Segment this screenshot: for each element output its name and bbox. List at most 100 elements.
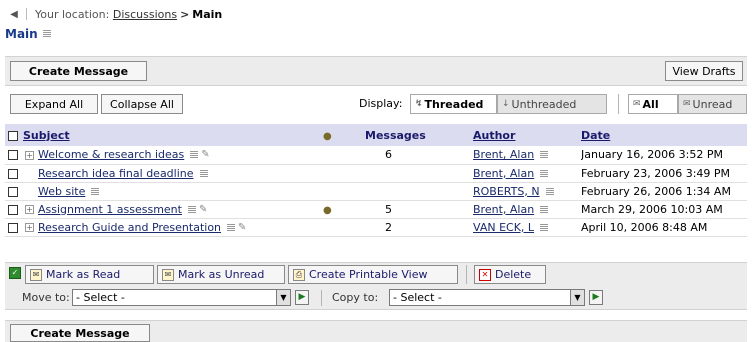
mark-as-unread-button[interactable]: ✉ Mark as Unread bbox=[157, 265, 285, 284]
create-message-button[interactable]: Create Message bbox=[10, 61, 147, 81]
edit-icon[interactable]: ✎ bbox=[201, 150, 211, 160]
row-checkbox[interactable] bbox=[8, 204, 18, 215]
thread-subject-link[interactable]: Welcome & research ideas bbox=[38, 148, 184, 161]
edit-icon[interactable]: ✎ bbox=[199, 204, 209, 215]
message-count bbox=[365, 182, 473, 200]
row-checkbox[interactable] bbox=[8, 150, 18, 161]
table-row: Web site ROBERTS, N February 26, 2006 1:… bbox=[5, 182, 747, 200]
subject-sort-link[interactable]: Subject bbox=[23, 129, 70, 142]
thread-subject-link[interactable]: Web site bbox=[38, 185, 85, 198]
breadcrumb-separator: > bbox=[180, 7, 190, 21]
unthreaded-icon: ↓ bbox=[502, 99, 510, 109]
author-info-icon[interactable] bbox=[539, 223, 549, 233]
date-header: Date bbox=[581, 124, 747, 146]
select-all-cell bbox=[5, 124, 23, 146]
copy-to-label: Copy to: bbox=[332, 291, 379, 304]
unthreaded-label: Unthreaded bbox=[511, 97, 577, 111]
thread-date: January 16, 2006 3:52 PM bbox=[581, 148, 724, 162]
message-count: 6 bbox=[385, 148, 392, 162]
mark-read-icon: ✉ bbox=[30, 268, 42, 281]
expand-thread-icon[interactable]: + bbox=[25, 150, 34, 160]
thread-date: March 29, 2006 10:03 AM bbox=[581, 202, 723, 216]
create-message-button[interactable]: Create Message bbox=[10, 324, 150, 342]
unread-messages-icon: ✉ bbox=[683, 99, 691, 109]
actions-divider bbox=[466, 265, 467, 284]
filter-unread-label: Unread bbox=[692, 97, 733, 111]
create-printable-view-label: Create Printable View bbox=[309, 268, 428, 281]
date-sort-link[interactable]: Date bbox=[581, 129, 610, 142]
table-header-row: Subject ● Messages Author Date bbox=[5, 124, 747, 146]
unthreaded-toggle[interactable]: ↓ Unthreaded bbox=[497, 94, 607, 114]
thread-subject-link[interactable]: Research idea final deadline bbox=[38, 167, 194, 180]
row-checkbox[interactable] bbox=[8, 168, 18, 179]
attachment-header: ● bbox=[323, 124, 365, 146]
bottom-action-bar: Create Message bbox=[5, 320, 747, 342]
properties-icon[interactable] bbox=[90, 187, 100, 197]
breadcrumb-current: Main bbox=[192, 7, 223, 21]
attachment-column-icon: ● bbox=[323, 130, 332, 142]
threads-table: Subject ● Messages Author Date + Welcome … bbox=[5, 124, 747, 237]
chevron-down-icon: ▼ bbox=[570, 290, 584, 305]
edit-icon[interactable]: ✎ bbox=[238, 222, 248, 233]
printer-icon: ⎙ bbox=[293, 268, 305, 281]
select-all-checkbox[interactable] bbox=[8, 130, 18, 141]
breadcrumb-prefix: Your location: bbox=[35, 7, 110, 21]
message-count bbox=[365, 164, 473, 182]
copy-to-select[interactable]: - Select - ▼ bbox=[389, 289, 585, 306]
author-info-icon[interactable] bbox=[539, 205, 549, 215]
author-link[interactable]: Brent, Alan bbox=[473, 167, 534, 180]
selection-checkmark-icon: ✓ bbox=[9, 267, 21, 279]
thread-subject-link[interactable]: Research Guide and Presentation bbox=[38, 221, 221, 234]
mark-as-read-button[interactable]: ✉ Mark as Read bbox=[25, 265, 154, 284]
delete-label: Delete bbox=[495, 268, 532, 281]
author-info-icon[interactable] bbox=[539, 150, 549, 160]
chevron-down-icon: ▼ bbox=[276, 290, 290, 305]
author-sort-link[interactable]: Author bbox=[473, 129, 515, 142]
move-copy-divider bbox=[321, 290, 322, 306]
filter-all-toggle[interactable]: ✉ All bbox=[628, 94, 678, 114]
table-row: Research idea final deadline Brent, Alan… bbox=[5, 164, 747, 182]
author-link[interactable]: VAN ECK, L bbox=[473, 221, 534, 234]
message-count: 5 bbox=[385, 202, 392, 216]
filter-unread-toggle[interactable]: ✉ Unread bbox=[678, 94, 747, 114]
back-arrow-icon[interactable]: ◀ bbox=[8, 8, 20, 20]
mark-as-unread-label: Mark as Unread bbox=[178, 268, 265, 281]
threaded-icon: ↯ bbox=[415, 99, 423, 109]
filter-all-label: All bbox=[642, 97, 659, 111]
thread-subject-link[interactable]: Assignment 1 assessment bbox=[38, 203, 182, 216]
create-printable-view-button[interactable]: ⎙ Create Printable View bbox=[288, 265, 458, 284]
table-row: + Assignment 1 assessment ✎ ● 5 Brent, Ala… bbox=[5, 200, 747, 218]
thread-date: February 23, 2006 3:49 PM bbox=[581, 166, 731, 180]
copy-go-button[interactable]: ▶ bbox=[589, 290, 603, 305]
move-to-select[interactable]: - Select - ▼ bbox=[72, 289, 291, 306]
properties-icon[interactable] bbox=[199, 169, 209, 179]
author-info-icon[interactable] bbox=[539, 169, 549, 179]
expand-all-button[interactable]: Expand All bbox=[10, 94, 98, 114]
row-checkbox[interactable] bbox=[8, 222, 18, 233]
attachment-icon: ● bbox=[323, 204, 332, 216]
message-count: 2 bbox=[385, 220, 392, 234]
properties-icon[interactable] bbox=[226, 223, 236, 233]
row-checkbox[interactable] bbox=[8, 186, 18, 197]
threaded-label: Threaded bbox=[424, 97, 484, 111]
page-title: Main bbox=[5, 27, 52, 41]
subject-header: Subject bbox=[23, 124, 323, 146]
author-link[interactable]: ROBERTS, N bbox=[473, 185, 540, 198]
view-drafts-button[interactable]: View Drafts bbox=[665, 61, 743, 81]
author-info-icon[interactable] bbox=[545, 187, 555, 197]
move-go-button[interactable]: ▶ bbox=[295, 290, 309, 305]
properties-icon[interactable] bbox=[42, 29, 52, 39]
author-link[interactable]: Brent, Alan bbox=[473, 203, 534, 216]
delete-button[interactable]: ✕ Delete bbox=[474, 265, 546, 284]
author-link[interactable]: Brent, Alan bbox=[473, 148, 534, 161]
expand-thread-icon[interactable]: + bbox=[25, 223, 34, 232]
breadcrumb-divider bbox=[26, 8, 27, 20]
properties-icon[interactable] bbox=[187, 205, 197, 215]
top-action-bar: Create Message View Drafts bbox=[5, 56, 747, 86]
breadcrumb-link-discussions[interactable]: Discussions bbox=[113, 8, 177, 21]
expand-thread-icon[interactable]: + bbox=[25, 205, 34, 214]
page-title-text: Main bbox=[5, 27, 38, 41]
threaded-toggle[interactable]: ↯ Threaded bbox=[410, 94, 497, 114]
collapse-all-button[interactable]: Collapse All bbox=[101, 94, 183, 114]
properties-icon[interactable] bbox=[189, 150, 199, 160]
